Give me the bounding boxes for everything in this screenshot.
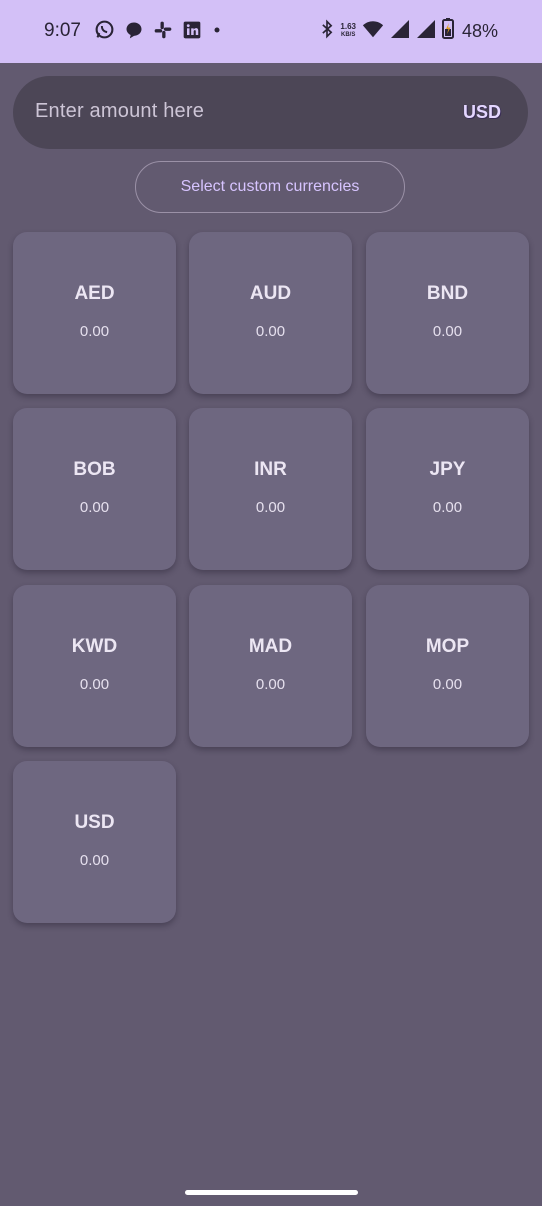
dot-icon (211, 23, 223, 41)
signal-icon (390, 19, 410, 44)
currency-code: INR (254, 459, 287, 480)
currency-value: 0.00 (432, 323, 463, 340)
battery-percent: 48% (461, 20, 498, 41)
network-speed: 1.63 KB/S (340, 23, 356, 39)
currency-card[interactable]: MOP 0.00 (366, 585, 529, 747)
currency-code: AUD (249, 283, 292, 304)
amount-placeholder: Enter amount here (35, 100, 205, 122)
notification-icons (94, 19, 223, 45)
currency-card[interactable]: KWD 0.00 (13, 585, 176, 747)
currency-code: MAD (248, 636, 293, 657)
base-currency-selector[interactable]: USD (463, 102, 501, 123)
currency-card[interactable]: MAD 0.00 (189, 585, 352, 747)
battery-icon (441, 18, 454, 44)
currency-code: KWD (71, 636, 118, 657)
currency-value: 0.00 (255, 323, 286, 340)
network-speed-unit: KB/S (341, 32, 356, 38)
system-icons: 1.63 KB/S 48% (320, 18, 498, 44)
currency-value: 0.00 (79, 676, 110, 693)
currency-card[interactable]: INR 0.00 (189, 408, 352, 570)
chat-bubble-icon (124, 20, 144, 45)
currency-card[interactable]: AUD 0.00 (189, 232, 352, 394)
currency-value: 0.00 (255, 499, 286, 516)
currency-value: 0.00 (79, 499, 110, 516)
currency-value: 0.00 (79, 852, 110, 869)
currency-value: 0.00 (432, 499, 463, 516)
amount-input[interactable]: Enter amount here USD (13, 76, 528, 149)
currency-value: 0.00 (255, 676, 286, 693)
currency-code: MOP (425, 636, 470, 657)
select-custom-currencies-label: Select custom currencies (180, 178, 360, 195)
currency-code: BOB (73, 459, 116, 480)
wifi-icon (362, 19, 384, 44)
currency-code: BND (426, 283, 469, 304)
currency-card[interactable]: USD 0.00 (13, 761, 176, 923)
home-indicator[interactable] (185, 1190, 358, 1195)
currency-value: 0.00 (432, 676, 463, 693)
currency-value: 0.00 (79, 323, 110, 340)
currency-code: USD (74, 812, 115, 833)
bluetooth-icon (320, 18, 334, 44)
network-speed-value: 1.63 (340, 22, 356, 31)
select-custom-currencies-button[interactable]: Select custom currencies (135, 161, 405, 213)
status-bar: 9:07 1.63 KB/S 48% (0, 0, 542, 63)
currency-card[interactable]: BND 0.00 (366, 232, 529, 394)
signal-icon-2 (416, 19, 436, 44)
currency-code: JPY (429, 459, 466, 480)
whatsapp-icon (94, 19, 115, 45)
status-time: 9:07 (44, 20, 81, 41)
currency-card[interactable]: BOB 0.00 (13, 408, 176, 570)
currency-card[interactable]: JPY 0.00 (366, 408, 529, 570)
slack-icon (153, 20, 173, 45)
currency-code: AED (74, 283, 115, 304)
linkedin-icon (182, 20, 202, 45)
currency-card[interactable]: AED 0.00 (13, 232, 176, 394)
